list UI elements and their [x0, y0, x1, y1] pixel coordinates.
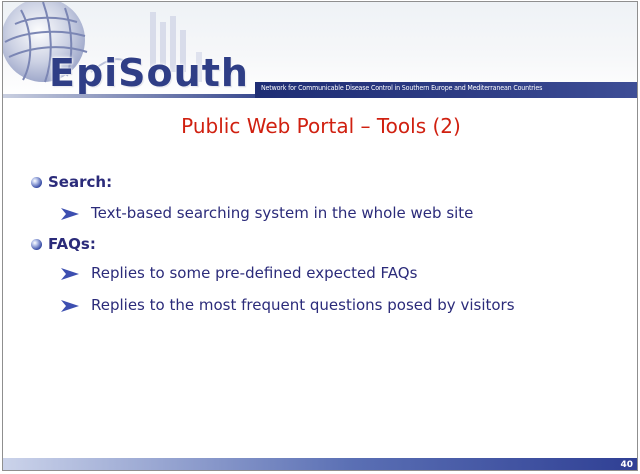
header-accent-bar [3, 94, 255, 98]
slide: EpiSouth Network for Communicable Diseas… [2, 1, 638, 471]
bullet-label: Search: [48, 173, 113, 191]
arrow-bullet-icon [61, 268, 79, 280]
sub-bullet: Replies to the most frequent questions p… [61, 294, 541, 317]
round-bullet-icon [31, 176, 42, 188]
arrow-bullet-icon [61, 300, 79, 312]
sub-bullet-text: Replies to the most frequent questions p… [91, 296, 515, 314]
sub-bullet: Text-based searching system in the whole… [61, 202, 581, 225]
footer-bar: 40 [3, 458, 637, 470]
header-tagline: Network for Communicable Disease Control… [261, 84, 543, 92]
bullet-search: Search: [31, 173, 112, 191]
bullet-label: FAQs: [48, 235, 96, 253]
bullet-faqs: FAQs: [31, 235, 96, 253]
slide-title: Public Web Portal – Tools (2) [181, 114, 461, 138]
sub-bullet: Replies to some pre-defined expected FAQ… [61, 262, 581, 285]
header-banner: EpiSouth Network for Communicable Diseas… [3, 2, 637, 98]
sub-bullet-text: Text-based searching system in the whole… [91, 204, 474, 222]
sub-bullet-text: Replies to some pre-defined expected FAQ… [91, 264, 418, 282]
round-bullet-icon [31, 238, 42, 250]
arrow-bullet-icon [61, 208, 79, 220]
page-number: 40 [620, 460, 633, 470]
logo-text: EpiSouth [49, 51, 249, 95]
